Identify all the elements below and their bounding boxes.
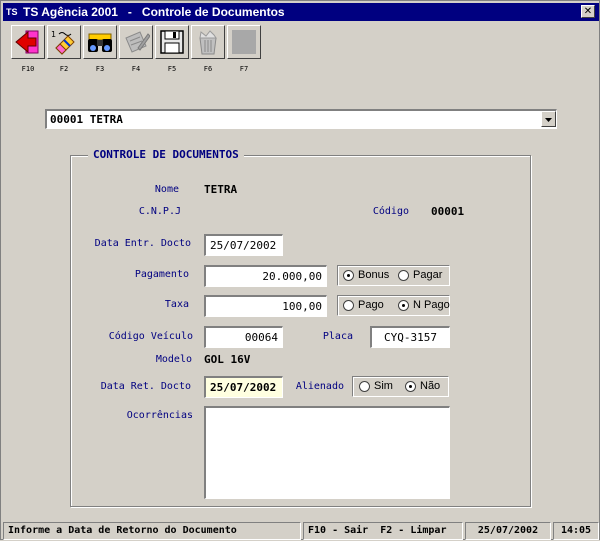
window-title: TS Agência 2001 - Controle de Documentos	[23, 5, 285, 19]
data-ret-label: Data Ret. Docto	[100, 381, 191, 392]
radio-pagar-label: Pagar	[413, 269, 443, 281]
app-icon: TS	[6, 7, 18, 17]
radio-nao-label: Não	[420, 380, 441, 392]
radio-pagar[interactable]: Pagar	[398, 269, 442, 283]
codigo-veiculo-field[interactable]: 00064	[204, 326, 283, 348]
toolbar-key-f2: F2	[59, 65, 69, 73]
ocorrencias-textarea[interactable]	[204, 406, 450, 499]
exit-arrow-icon	[15, 30, 39, 54]
exit-button[interactable]	[11, 25, 45, 59]
company-select[interactable]: 00001 TETRA	[45, 109, 557, 129]
taxa-field[interactable]: 100,00	[204, 295, 327, 317]
clear-button[interactable]: 1	[47, 25, 81, 59]
edit-document-icon	[125, 31, 150, 53]
radio-bonus-label: Bonus	[358, 269, 390, 281]
radio-sim[interactable]: Sim	[359, 380, 393, 394]
trash-icon	[199, 30, 217, 55]
radio-bonus-dot	[343, 270, 354, 281]
save-button[interactable]	[155, 25, 189, 59]
nome-label: Nome	[154, 184, 179, 195]
modelo-value: GOL 16V	[204, 353, 251, 366]
main-window: TS TS Agência 2001 - Controle de Documen…	[0, 0, 600, 540]
status-date: 25/07/2002	[465, 522, 551, 540]
close-button[interactable]: ✕	[581, 5, 595, 18]
edit-button[interactable]	[119, 25, 153, 59]
placa-label: Placa	[322, 331, 353, 342]
radio-sim-label: Sim	[374, 380, 393, 392]
dropdown-button[interactable]	[541, 111, 556, 127]
placa-field[interactable]: CYQ-3157	[370, 326, 450, 348]
toolbar-key-f4: F4	[131, 65, 141, 73]
alienado-radio-group: Sim Não	[352, 376, 449, 397]
binoculars-icon	[88, 33, 112, 52]
title-bar[interactable]: TS TS Agência 2001 - Controle de Documen…	[3, 3, 599, 21]
radio-pago-label: Pago	[358, 299, 384, 311]
pagamento-label: Pagamento	[134, 269, 189, 280]
toolbar-key-f7: F7	[239, 65, 249, 73]
nome-value: TETRA	[204, 183, 238, 196]
toolbar-key-f10: F10	[21, 65, 35, 73]
data-ret-field[interactable]: 25/07/2002	[204, 376, 283, 398]
modelo-label: Modelo	[155, 354, 192, 365]
status-time: 14:05	[553, 522, 599, 540]
radio-bonus[interactable]: Bonus	[343, 269, 389, 283]
clear-eraser-icon: 1	[51, 30, 75, 55]
radio-pagar-dot	[398, 270, 409, 281]
data-entr-label: Data Entr. Docto	[94, 238, 191, 249]
chevron-down-icon	[545, 118, 552, 122]
radio-n-pago[interactable]: N Pago	[398, 299, 450, 313]
toolbar-key-f3: F3	[95, 65, 105, 73]
company-select-value: 00001 TETRA	[50, 113, 123, 126]
radio-nao[interactable]: Não	[405, 380, 440, 394]
svg-text:1: 1	[51, 30, 56, 39]
search-button[interactable]	[83, 25, 117, 59]
toolbar-key-f5: F5	[167, 65, 177, 73]
toolbar-key-f6: F6	[203, 65, 213, 73]
status-bar: Informe a Data de Retorno do Documento F…	[1, 520, 600, 541]
radio-n-pago-dot	[398, 300, 409, 311]
cnpj-label: C.N.P.J	[138, 206, 181, 217]
data-entr-field[interactable]: 25/07/2002	[204, 234, 283, 256]
alienado-label: Alienado	[295, 381, 344, 392]
save-disk-icon	[160, 30, 184, 54]
radio-nao-dot	[405, 381, 416, 392]
status-message: Informe a Data de Retorno do Documento	[3, 522, 301, 540]
group-title: CONTROLE DE DOCUMENTOS	[88, 148, 244, 161]
status-shortcuts: F10 - Sair F2 - Limpar	[303, 522, 463, 540]
blank-button[interactable]	[227, 25, 261, 59]
codigo-label: Código	[372, 206, 409, 217]
taxa-radio-group: Pago N Pago	[337, 295, 450, 316]
delete-button[interactable]	[191, 25, 225, 59]
ocorrencias-label: Ocorrências	[126, 410, 193, 421]
radio-n-pago-label: N Pago	[413, 299, 450, 311]
blank-icon	[232, 30, 256, 54]
radio-pago[interactable]: Pago	[343, 299, 384, 313]
taxa-label: Taxa	[164, 299, 189, 310]
codigo-veiculo-label: Código Veículo	[108, 331, 193, 342]
radio-sim-dot	[359, 381, 370, 392]
pagamento-radio-group: Bonus Pagar	[337, 265, 450, 286]
codigo-value: 00001	[431, 205, 465, 218]
radio-pago-dot	[343, 300, 354, 311]
pagamento-field[interactable]: 20.000,00	[204, 265, 327, 287]
